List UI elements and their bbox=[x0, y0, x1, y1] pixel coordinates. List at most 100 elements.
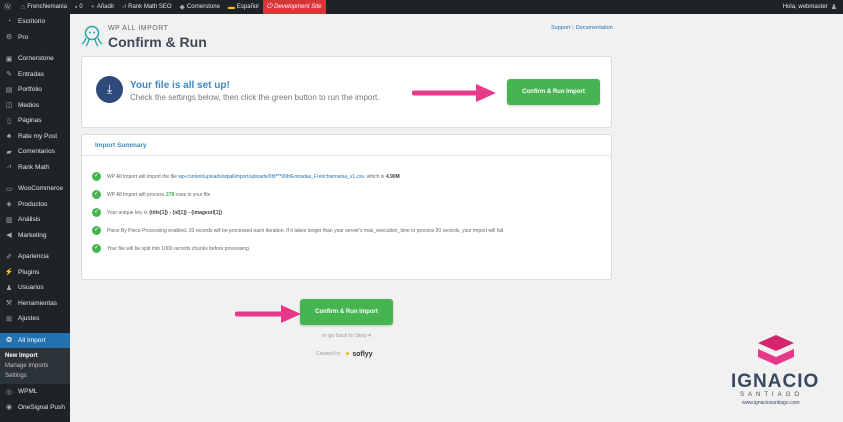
download-icon: ⤓ bbox=[96, 76, 123, 103]
rank-math-icon: ⩘ bbox=[7, 163, 11, 171]
created-by-footer: Created by ✦ soflyy bbox=[316, 350, 373, 359]
sidebar-item-pro[interactable]: ⚙ Pro bbox=[0, 30, 70, 46]
sidebar-item-cornerstone[interactable]: ▣ Cornerstone bbox=[0, 51, 70, 67]
chart-bar-icon: ▥ bbox=[5, 216, 13, 224]
sidebar-item-all-import[interactable]: ❂ All Import bbox=[0, 332, 70, 348]
sidebar-item-medios[interactable]: ◫ Medios bbox=[0, 98, 70, 114]
page-title: Confirm & Run bbox=[108, 34, 207, 50]
ready-title: Your file is all set up! bbox=[130, 80, 230, 91]
user-avatar-icon: ♟ bbox=[830, 4, 837, 11]
sidebar-item-paginas[interactable]: ▯ Páginas bbox=[0, 113, 70, 129]
sidebar-item-portfolio[interactable]: ▤ Portfolio bbox=[0, 82, 70, 98]
page-header: WP ALL IMPORT Confirm & Run bbox=[80, 24, 220, 52]
cornerstone-icon: ▣ bbox=[5, 55, 13, 63]
pink-arrow-icon bbox=[235, 305, 301, 323]
rank-math-icon: ⩘ bbox=[122, 3, 127, 10]
wp-all-import-octopus-logo-icon bbox=[81, 25, 103, 47]
power-icon: ⏻ bbox=[266, 3, 273, 10]
go-back-link[interactable]: or go back to Step 4 bbox=[300, 333, 393, 339]
all-import-icon: ❂ bbox=[6, 337, 12, 345]
sidebar-item-onesignal[interactable]: ◉ OneSignal Push bbox=[0, 400, 70, 416]
pink-arrow-icon bbox=[412, 84, 496, 102]
sidebar-item-plugins[interactable]: ⚡ Plugins bbox=[0, 265, 70, 281]
cornerstone-link[interactable]: ◆ Cornerstone bbox=[176, 0, 224, 14]
watermark-url: www.ignaciosantiago.com bbox=[742, 400, 800, 406]
documentation-link[interactable]: Documentation bbox=[576, 25, 613, 31]
watermark-subname: SANTIAGO bbox=[740, 392, 804, 398]
summary-item: ✓ Your file will be split into 1000 reco… bbox=[92, 244, 251, 253]
language-switcher[interactable]: ▬ Español bbox=[224, 0, 263, 14]
spain-flag-icon: ▬ bbox=[227, 3, 235, 11]
check-icon: ✓ bbox=[92, 208, 101, 217]
plugin-icon: ⚡ bbox=[4, 269, 14, 277]
sidebar-item-marketing[interactable]: ◀ Marketing bbox=[0, 228, 70, 244]
portfolio-icon: ▤ bbox=[5, 86, 13, 94]
sidebar-item-escritorio[interactable]: ◔ Escritorio bbox=[0, 14, 70, 30]
soflyy-logo-icon: ✦ bbox=[344, 351, 351, 358]
import-summary-card: Import Summary ✓ WP All Import will impo… bbox=[81, 134, 612, 280]
help-links: Support | Documentation bbox=[551, 25, 613, 31]
development-site-badge[interactable]: ⏻ Development Site bbox=[262, 0, 326, 14]
sidebar-item-analisis[interactable]: ▥ Análisis bbox=[0, 212, 70, 228]
cornerstone-icon: ◆ bbox=[179, 4, 185, 11]
submenu-new-import[interactable]: New Import bbox=[0, 351, 70, 361]
wp-logo-menu[interactable]: Ⓦ bbox=[0, 0, 17, 14]
comment-icon: ▪ bbox=[74, 3, 78, 11]
archive-icon: ◈ bbox=[6, 201, 12, 209]
wordpress-icon: Ⓦ bbox=[4, 4, 11, 11]
settings-icon: ⊞ bbox=[6, 315, 12, 323]
ready-subtitle: Check the settings below, then click the… bbox=[130, 93, 380, 102]
pro-icon: ⚙ bbox=[5, 34, 13, 42]
users-icon: ♟ bbox=[5, 284, 13, 292]
sidebar-item-entradas[interactable]: ✎ Entradas bbox=[0, 67, 70, 83]
summary-item: ✓ WP All Import will process 278 rows in… bbox=[92, 190, 211, 199]
sidebar-item-rate-my-post[interactable]: ♣ Rate my Post bbox=[0, 129, 70, 145]
plus-icon: + bbox=[90, 3, 95, 11]
sidebar-item-productos[interactable]: ◈ Productos bbox=[0, 197, 70, 213]
summary-item: ✓ WP All Import will import the file wp-… bbox=[92, 172, 400, 181]
sidebar-item-ajustes[interactable]: ⊞ Ajustes bbox=[0, 311, 70, 327]
submenu-manage-imports[interactable]: Manage Imports bbox=[0, 361, 70, 371]
confirm-run-import-button[interactable]: Confirm & Run Import bbox=[507, 79, 600, 105]
support-link[interactable]: Support bbox=[551, 25, 570, 31]
summary-heading: Import Summary bbox=[82, 135, 611, 156]
sidebar-item-wpml[interactable]: ◎ WPML bbox=[0, 384, 70, 400]
sidebar-item-apariencia[interactable]: ✐ Apariencia bbox=[0, 249, 70, 265]
sidebar-item-herramientas[interactable]: ⚒ Herramientas bbox=[0, 296, 70, 312]
sidebar-item-usuarios[interactable]: ♟ Usuarios bbox=[0, 280, 70, 296]
check-icon: ✓ bbox=[92, 172, 101, 181]
admin-sidebar: ◔ Escritorio ⚙ Pro ▣ Cornerstone ✎ Entradas … bbox=[0, 14, 70, 422]
onesignal-icon: ◉ bbox=[5, 404, 13, 412]
paintbrush-icon: ✐ bbox=[6, 253, 12, 261]
ready-card: ⤓ Your file is all set up! Check the set… bbox=[81, 56, 612, 128]
thumbs-up-icon: ♣ bbox=[6, 132, 12, 140]
site-name-link[interactable]: ⌂ Frenchiemania bbox=[17, 0, 71, 14]
pin-icon: ✎ bbox=[6, 71, 12, 79]
sidebar-item-woocommerce[interactable]: ▭ WooCommerce bbox=[0, 181, 70, 197]
check-icon: ✓ bbox=[92, 226, 101, 235]
sidebar-item-comentarios[interactable]: ▰ Comentarios bbox=[0, 144, 70, 160]
watermark-name: IGNACIO bbox=[731, 371, 820, 392]
page-icon: ▯ bbox=[7, 117, 11, 125]
comments-link[interactable]: ▪ 0 bbox=[71, 0, 87, 14]
account-menu[interactable]: Hola, webmaster ♟ bbox=[779, 0, 843, 14]
media-icon: ◫ bbox=[5, 102, 13, 110]
wpml-icon: ◎ bbox=[5, 388, 13, 396]
home-icon: ⌂ bbox=[21, 3, 26, 11]
file-path-link[interactable]: wp-content/uploads/wpallimport/uploads/0… bbox=[178, 174, 364, 180]
dashboard-icon: ◔ bbox=[6, 18, 12, 26]
confirm-run-import-button-bottom[interactable]: Confirm & Run Import bbox=[300, 299, 393, 325]
soflyy-link[interactable]: soflyy bbox=[352, 351, 372, 358]
all-import-submenu: New Import Manage Imports Settings bbox=[0, 348, 70, 384]
comment-icon: ▰ bbox=[6, 148, 12, 156]
check-icon: ✓ bbox=[92, 190, 101, 199]
summary-item: ✓ Your unique key is {title[1]} - {id[1]… bbox=[92, 208, 223, 217]
check-icon: ✓ bbox=[92, 244, 101, 253]
sidebar-item-rank-math[interactable]: ⩘ Rank Math bbox=[0, 160, 70, 176]
add-new-link[interactable]: + Añadir bbox=[87, 0, 118, 14]
submenu-settings[interactable]: Settings bbox=[0, 371, 70, 381]
admin-bar: Ⓦ ⌂ Frenchiemania ▪ 0 + Añadir ⩘ Rank Math S… bbox=[0, 0, 843, 14]
megaphone-icon: ◀ bbox=[6, 232, 12, 240]
woocommerce-icon: ▭ bbox=[5, 185, 13, 193]
rank-math-link[interactable]: ⩘ Rank Math SEO bbox=[118, 0, 175, 14]
